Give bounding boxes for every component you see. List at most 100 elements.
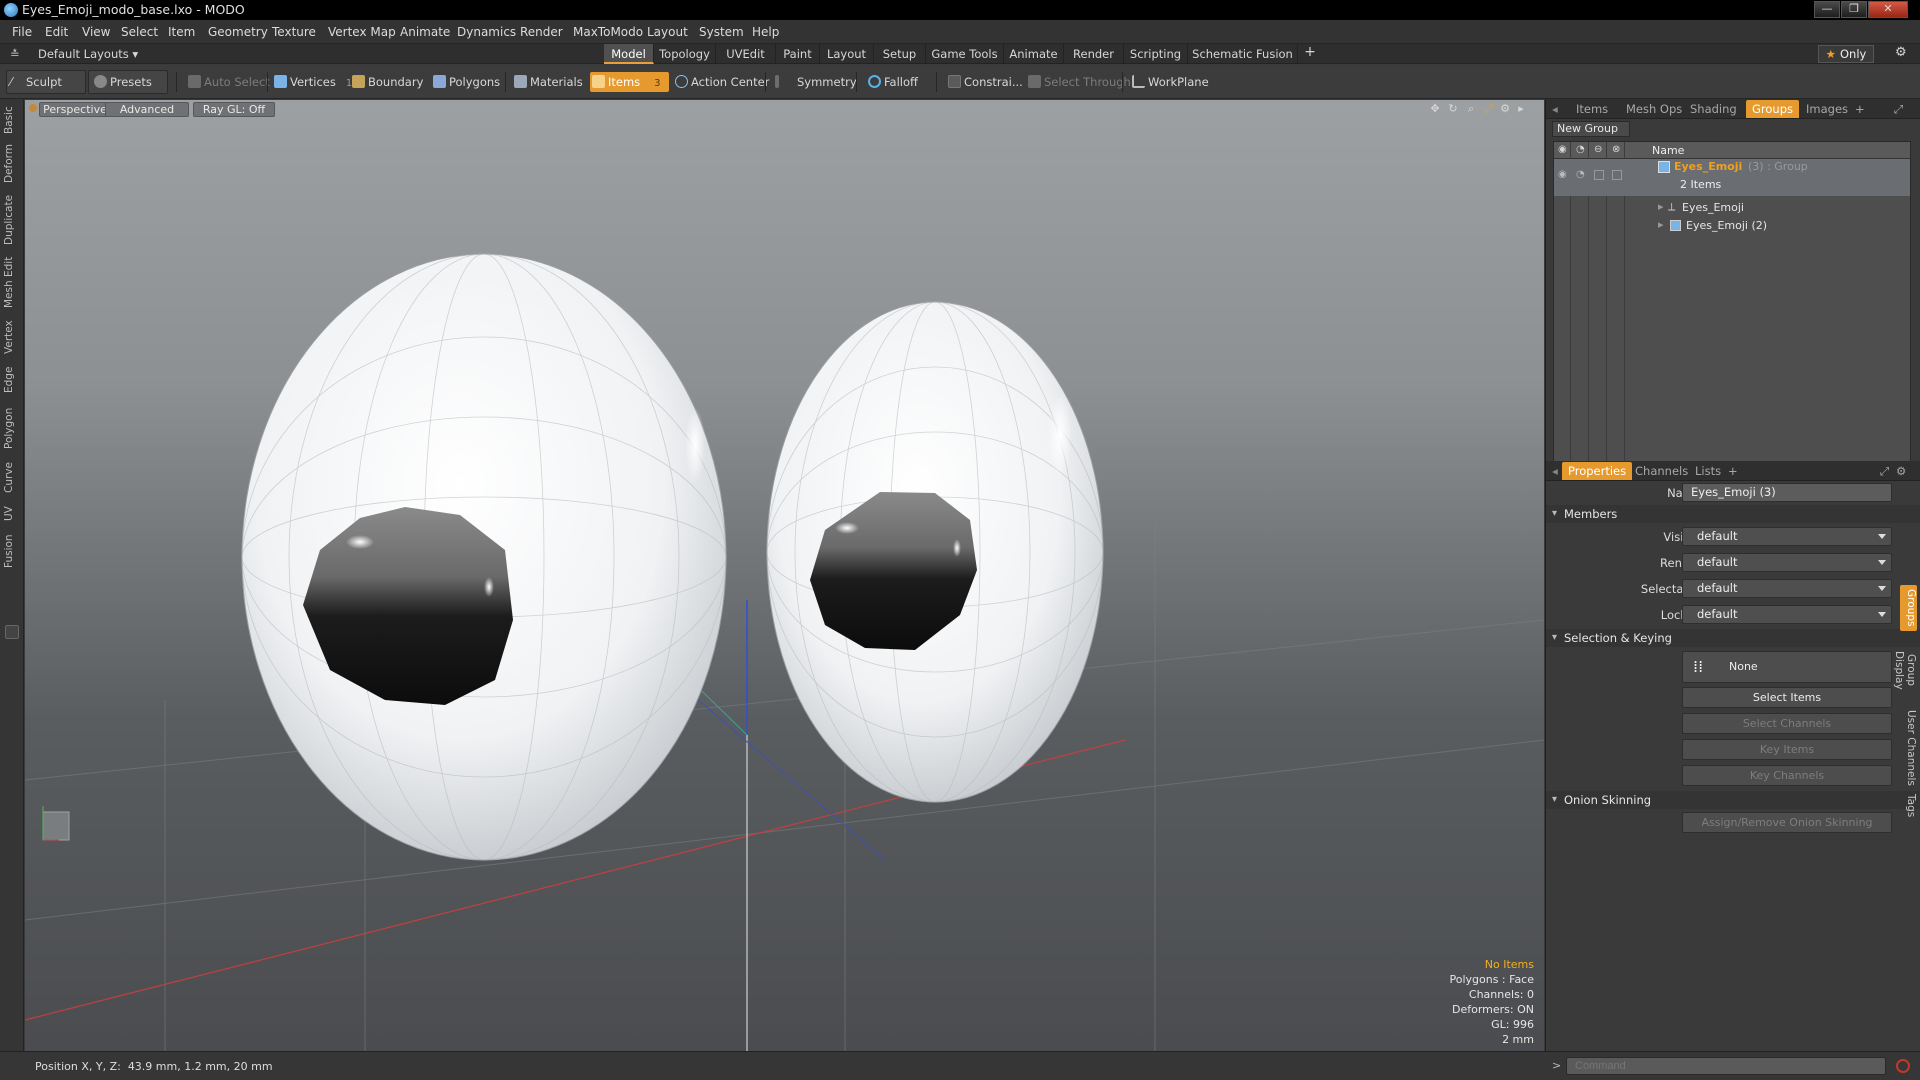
symmetry-button[interactable]: Symmetry <box>773 72 857 92</box>
side-tab-group-display[interactable]: Group Display <box>1893 635 1917 705</box>
tab-shading[interactable]: Shading <box>1690 102 1737 116</box>
menu-item[interactable]: Item <box>168 25 195 39</box>
new-group-button[interactable]: New Group <box>1552 121 1630 137</box>
tab-uvedit[interactable]: UVEdit <box>716 44 776 64</box>
viewport-settings-icon[interactable]: ⚙ <box>1499 103 1511 115</box>
boundary-button[interactable]: Boundary <box>350 72 423 92</box>
3d-viewport[interactable]: Perspective Advanced Ray GL: Off ✥ ↻ ⌕ ⤢… <box>25 100 1544 1051</box>
add-tab-button[interactable]: + <box>1298 44 1322 64</box>
maximize-button[interactable]: ❐ <box>1841 1 1867 18</box>
menu-maxtomodo[interactable]: MaxToModo <box>573 25 643 39</box>
panel-menu-icon[interactable]: ◂ <box>1552 464 1558 478</box>
only-button[interactable]: ★ Only <box>1818 45 1874 63</box>
menu-layout[interactable]: Layout <box>647 25 688 39</box>
auto-select-button[interactable]: Auto Select <box>186 72 270 92</box>
gear-icon[interactable]: ⚙ <box>1895 45 1907 60</box>
selection-keying-section[interactable]: Selection & Keying <box>1546 629 1920 647</box>
vtab-vertex[interactable]: Vertex <box>3 317 21 357</box>
group-row-eyes-emoji[interactable]: ◉ ◔ Eyes_Emoji (3) : Group 2 Items <box>1554 159 1910 196</box>
side-tab-user-channels[interactable]: User Channels <box>1900 709 1917 787</box>
falloff-button[interactable]: Falloff <box>866 72 918 92</box>
constraints-button[interactable]: Constrai... <box>946 72 1023 92</box>
render-dropdown[interactable]: default <box>1682 553 1892 572</box>
polygons-button[interactable]: Polygons <box>431 72 500 92</box>
tab-setup[interactable]: Setup <box>874 44 926 64</box>
tab-mesh-ops[interactable]: Mesh Ops <box>1626 102 1682 116</box>
vtab-uv[interactable]: UV <box>3 502 21 526</box>
maximize-panel-icon[interactable]: ⤢ <box>1880 464 1889 479</box>
tab-layout[interactable]: Layout <box>820 44 874 64</box>
tab-model[interactable]: Model <box>604 44 654 64</box>
tab-items[interactable]: Items <box>1576 102 1608 116</box>
maximize-panel-icon[interactable]: ⤢ <box>1894 102 1903 117</box>
vtab-polygon[interactable]: Polygon <box>3 403 21 453</box>
vtab-fusion[interactable]: Fusion <box>3 531 21 571</box>
menu-vertex-map[interactable]: Vertex Map <box>328 25 396 39</box>
layout-collapse-icon[interactable]: ≛ <box>10 47 20 61</box>
menu-texture[interactable]: Texture <box>272 25 316 39</box>
command-input[interactable] <box>1566 1057 1886 1075</box>
group-name-field[interactable]: Eyes_Emoji (3) <box>1682 483 1892 502</box>
select-through-button[interactable]: Select Through <box>1026 72 1131 92</box>
move-view-icon[interactable]: ✥ <box>1429 103 1441 115</box>
tab-groups[interactable]: Groups <box>1746 100 1800 118</box>
default-layouts-dropdown[interactable]: Default Layouts ▾ <box>38 47 138 61</box>
tab-images[interactable]: Images <box>1806 102 1848 116</box>
add-panel-tab-button[interactable]: + <box>1855 102 1865 116</box>
menu-view[interactable]: View <box>82 25 110 39</box>
tab-properties[interactable]: Properties <box>1562 462 1633 480</box>
fit-view-icon[interactable]: ⤢ <box>1483 103 1495 115</box>
visibility-toggle[interactable]: ◉ <box>1558 169 1567 180</box>
assign-onion-skinning-button[interactable]: Assign/Remove Onion Skinning <box>1682 812 1892 833</box>
vtab-basic[interactable]: Basic <box>3 105 21 135</box>
locked-dropdown[interactable]: default <box>1682 605 1892 624</box>
onion-skinning-section[interactable]: Onion Skinning <box>1546 791 1920 809</box>
select-items-button[interactable]: Select Items <box>1682 687 1892 708</box>
zoom-view-icon[interactable]: ⌕ <box>1465 103 1477 115</box>
viewport-expand-icon[interactable]: ▸ <box>1515 103 1527 115</box>
selection-set-dropdown[interactable]: ⁞⁞ None <box>1682 651 1892 683</box>
panel-menu-icon[interactable]: ◂ <box>1552 102 1558 116</box>
tab-lists[interactable]: Lists <box>1695 464 1721 478</box>
menu-render[interactable]: Render <box>520 25 563 39</box>
side-tab-tags[interactable]: Tags <box>1900 791 1917 821</box>
tab-scripting[interactable]: Scripting <box>1124 44 1188 64</box>
lock-toggle[interactable] <box>1612 170 1622 180</box>
tab-animate[interactable]: Animate <box>1004 44 1064 64</box>
tab-paint[interactable]: Paint <box>776 44 820 64</box>
key-items-button[interactable]: Key Items <box>1682 739 1892 760</box>
render-toggle[interactable]: ◔ <box>1576 169 1585 180</box>
tab-schematic-fusion[interactable]: Schematic Fusion <box>1188 44 1298 64</box>
menu-select[interactable]: Select <box>121 25 158 39</box>
menu-file[interactable]: File <box>12 25 32 39</box>
presets-button[interactable]: Presets <box>92 72 152 92</box>
tab-render[interactable]: Render <box>1064 44 1124 64</box>
view-mode-button[interactable]: Perspective <box>39 102 111 117</box>
raygl-button[interactable]: Ray GL: Off <box>193 102 275 117</box>
materials-button[interactable]: Materials <box>512 72 583 92</box>
visible-dropdown[interactable]: default <box>1682 527 1892 546</box>
menu-system[interactable]: System <box>699 25 744 39</box>
groups-tree[interactable]: ◉ ◔ ⊖ ⊗ Name ◉ ◔ Eyes_Emoji (3) : Group … <box>1553 141 1911 481</box>
tab-channels[interactable]: Channels <box>1635 464 1688 478</box>
action-center-button[interactable]: Action Center <box>673 72 769 92</box>
minimize-button[interactable]: — <box>1814 1 1840 18</box>
vertices-button[interactable]: Vertices 1 <box>272 72 352 92</box>
viewport-options-icon[interactable] <box>29 104 37 112</box>
workplane-button[interactable]: WorkPlane <box>1130 72 1209 92</box>
menu-geometry[interactable]: Geometry <box>208 25 268 39</box>
add-panel-tab-button[interactable]: + <box>1728 464 1738 478</box>
select-toggle[interactable] <box>1594 170 1604 180</box>
members-section[interactable]: Members <box>1546 505 1920 523</box>
record-macro-icon[interactable] <box>1896 1059 1910 1073</box>
select-channels-button[interactable]: Select Channels <box>1682 713 1892 734</box>
menu-help[interactable]: Help <box>752 25 779 39</box>
group-member-row[interactable]: ▸ ⟂ Eyes_Emoji <box>1554 199 1910 216</box>
key-channels-button[interactable]: Key Channels <box>1682 765 1892 786</box>
group-member-row[interactable]: ▸ Eyes_Emoji (2) <box>1554 217 1910 234</box>
expand-toolbox-button[interactable] <box>5 625 19 639</box>
tab-topology[interactable]: Topology <box>654 44 716 64</box>
vtab-duplicate[interactable]: Duplicate <box>3 193 21 247</box>
menu-dynamics[interactable]: Dynamics <box>457 25 516 39</box>
vtab-edge[interactable]: Edge <box>3 363 21 397</box>
